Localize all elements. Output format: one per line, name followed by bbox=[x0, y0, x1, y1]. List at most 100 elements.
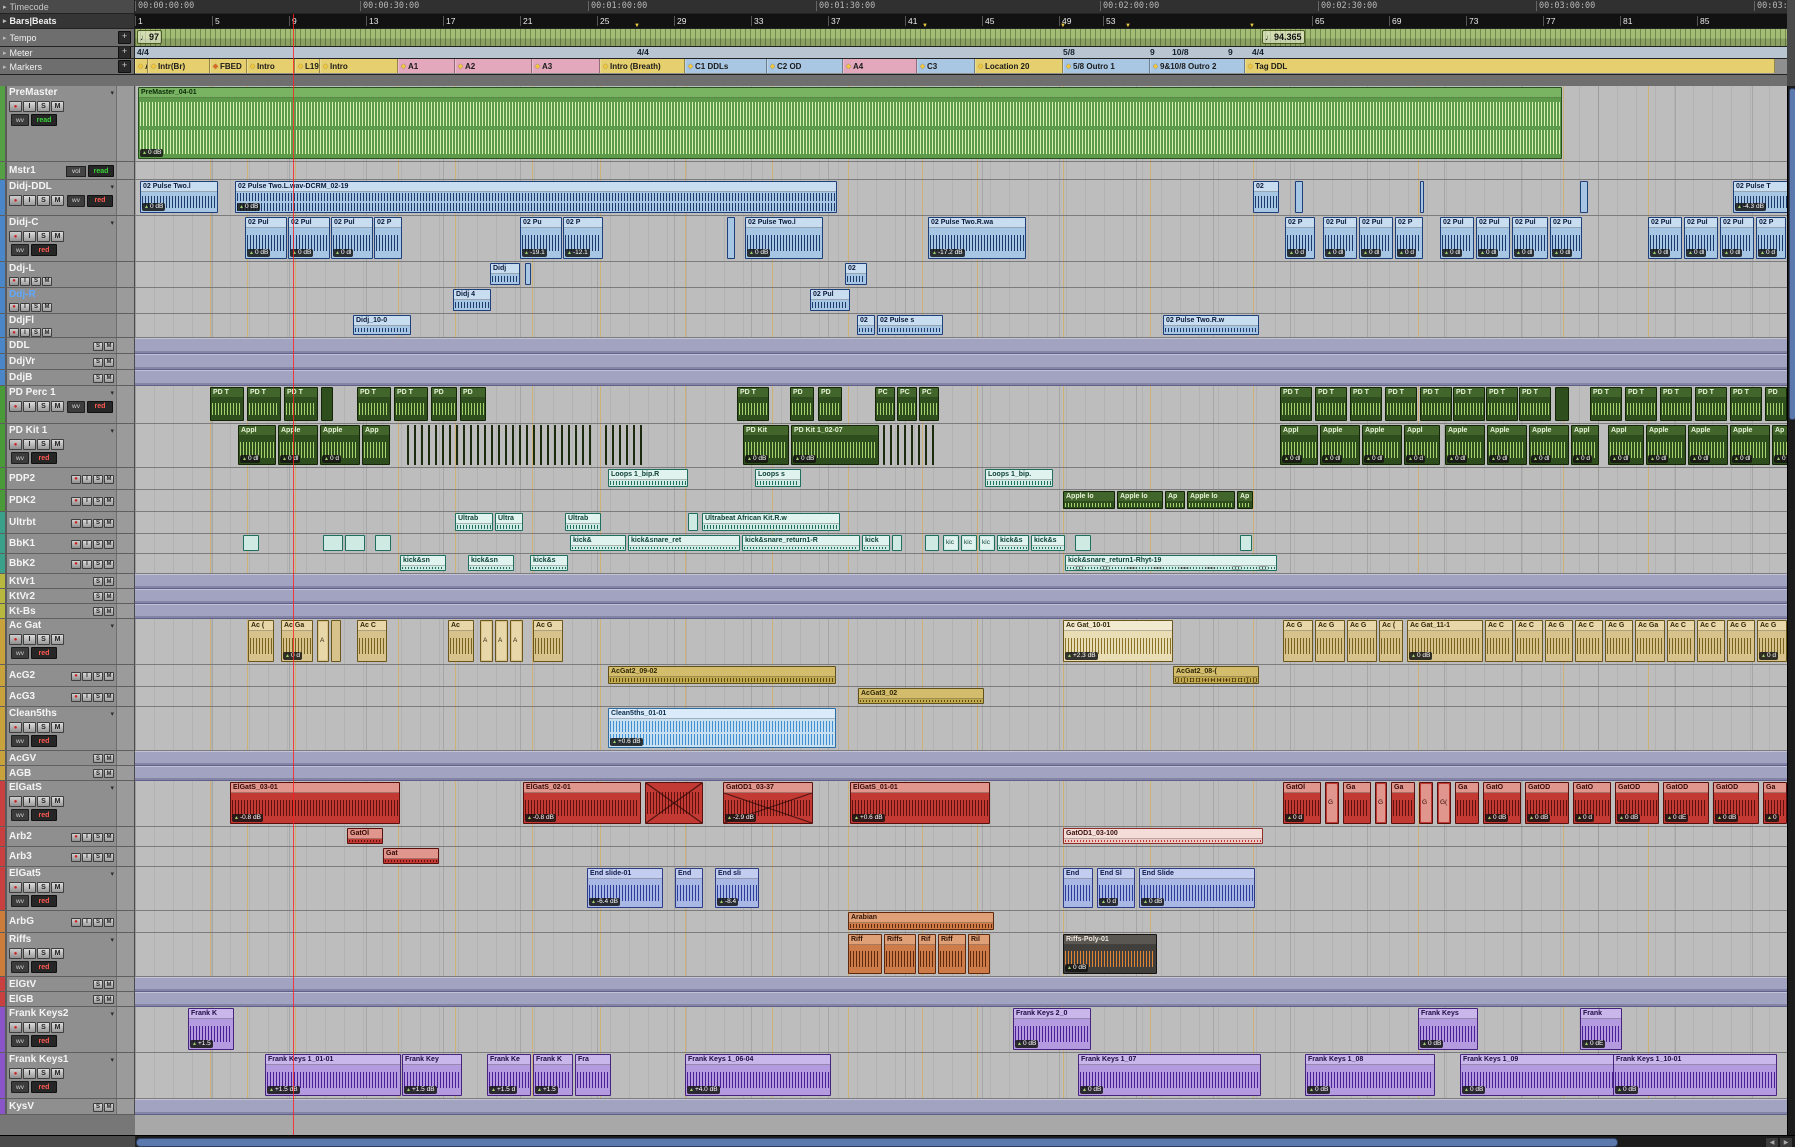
audio-clip[interactable] bbox=[345, 535, 365, 551]
meter-event[interactable]: 5/8 bbox=[1063, 47, 1075, 57]
clip-gain-badge[interactable]: ▲-4.3 dB bbox=[1735, 203, 1766, 211]
record-arm-button[interactable]: ● bbox=[71, 853, 81, 862]
audio-clip[interactable]: Apple▲0 dl bbox=[1688, 425, 1728, 465]
audio-clip[interactable] bbox=[375, 535, 391, 551]
clip-gain-badge[interactable]: ▲0 d bbox=[1397, 249, 1416, 257]
clip-gain-badge[interactable]: ▲0 dl bbox=[1364, 455, 1384, 463]
automation-mode-button[interactable]: red bbox=[87, 195, 113, 207]
audio-clip[interactable]: AcGat2_08-( bbox=[1173, 666, 1259, 684]
track-header[interactable]: Frank Keys1▾●ISMwvred bbox=[0, 1053, 135, 1099]
clip-gain-badge[interactable]: ▲+1.5 bbox=[190, 1040, 213, 1048]
ruler-bars[interactable]: ▸Bars|Beats15913172125293337414549536569… bbox=[0, 14, 1795, 29]
h-scrollbar[interactable]: ◀▶ bbox=[0, 1135, 1795, 1147]
audio-clip[interactable]: Apple▲0 dl bbox=[1730, 425, 1770, 465]
audio-clip[interactable]: Appl▲0 dl bbox=[238, 425, 276, 465]
audio-clip[interactable]: Ac Gat_10-01▲+2.3 dB bbox=[1063, 620, 1173, 662]
audio-clip[interactable]: Riffs-Poly-01▲0 dB bbox=[1063, 934, 1157, 974]
audio-clip[interactable]: Loops 1_bip. bbox=[985, 469, 1053, 487]
track-options-icon[interactable]: ▾ bbox=[110, 622, 116, 630]
audio-clip[interactable]: ElGatS_03-01▲-0.8 dB bbox=[230, 782, 400, 824]
track-header[interactable]: Ac Gat▾●ISMwvred bbox=[0, 619, 135, 665]
track-header[interactable]: KtVr2SM bbox=[0, 589, 135, 604]
clip-gain-badge[interactable]: ▲0 dB bbox=[1617, 814, 1640, 822]
solo-button[interactable]: S bbox=[37, 195, 50, 206]
input-monitor-button[interactable]: I bbox=[23, 634, 36, 645]
audio-clip[interactable]: Riff bbox=[848, 934, 882, 974]
audio-clip[interactable]: 02 Pul bbox=[810, 289, 850, 311]
audio-clip[interactable]: Ga bbox=[1343, 782, 1371, 824]
audio-clip[interactable]: Apple▲0 dl bbox=[1445, 425, 1485, 465]
waveform-view-button[interactable]: wv bbox=[11, 961, 29, 973]
collapse-icon[interactable]: ▸ bbox=[3, 17, 7, 25]
audio-clip[interactable]: 02 Pul▲0 dl bbox=[1648, 217, 1682, 259]
waveform-view-button[interactable]: wv bbox=[11, 735, 29, 747]
ruler-add-button[interactable]: + bbox=[118, 60, 131, 73]
record-arm-button[interactable]: ● bbox=[71, 497, 81, 506]
audio-clip[interactable]: 02 P▲-12.1 bbox=[563, 217, 603, 259]
audio-clip[interactable]: PD bbox=[790, 387, 814, 421]
solo-button[interactable]: S bbox=[37, 401, 50, 412]
audio-clip[interactable]: Arabian bbox=[848, 912, 994, 930]
audio-clip[interactable]: GatOD1_03-100 bbox=[1063, 828, 1263, 844]
record-arm-button[interactable]: ● bbox=[9, 439, 22, 450]
audio-clip[interactable]: 02 bbox=[845, 263, 867, 285]
track-lane[interactable]: RiffRiffsRifRiffRilRiffs-Poly-01▲0 dB bbox=[135, 933, 1787, 977]
clip-gain-badge[interactable]: ▲0 dl bbox=[1650, 249, 1670, 257]
clip-gain-badge[interactable]: ▲+4.0 dB bbox=[687, 1086, 720, 1094]
clip-gain-badge[interactable]: ▲0 d bbox=[1287, 249, 1306, 257]
mute-button[interactable]: M bbox=[51, 882, 64, 893]
audio-clip[interactable]: Apple▲0 dl bbox=[1646, 425, 1686, 465]
track-header[interactable]: PDP2●ISM bbox=[0, 468, 135, 490]
mute-button[interactable]: M bbox=[104, 497, 114, 506]
clip-gain-badge[interactable]: ▲0 d bbox=[283, 652, 302, 660]
clip-gain-badge[interactable]: ▲0 dB bbox=[142, 203, 165, 211]
audio-clip[interactable]: Frank Keys 2_0▲0 dB bbox=[1013, 1008, 1091, 1050]
clip-gain-badge[interactable]: ▲0 dB bbox=[237, 203, 260, 211]
audio-clip[interactable] bbox=[525, 263, 531, 285]
mute-button[interactable]: M bbox=[104, 519, 114, 528]
marker-chip[interactable]: ◆C1 DDLs bbox=[685, 59, 767, 73]
audio-clip[interactable]: End Sl▲0 d bbox=[1097, 868, 1135, 908]
solo-button[interactable]: S bbox=[31, 303, 41, 312]
solo-button[interactable]: S bbox=[37, 231, 50, 242]
audio-clip[interactable] bbox=[1580, 181, 1588, 213]
track-options-icon[interactable]: ▾ bbox=[110, 870, 116, 878]
clip-gain-badge[interactable]: ▲+0.6 dB bbox=[852, 814, 885, 822]
solo-button[interactable]: S bbox=[93, 769, 103, 778]
input-monitor-button[interactable]: I bbox=[82, 519, 92, 528]
audio-clip[interactable]: PD T bbox=[1486, 387, 1518, 421]
audio-clip[interactable]: Ultra bbox=[495, 513, 523, 531]
audio-clip[interactable]: Apple lo bbox=[1117, 491, 1163, 509]
audio-clip[interactable]: Apple▲0 dl bbox=[1320, 425, 1360, 465]
track-header[interactable]: Ddj-L●ISM bbox=[0, 262, 135, 288]
solo-button[interactable]: S bbox=[93, 672, 103, 681]
marker-chip[interactable]: ◆Location 20 bbox=[975, 59, 1063, 73]
clip-gain-badge[interactable]: ▲0 dB bbox=[1307, 1086, 1330, 1094]
audio-clip[interactable]: Apple lo bbox=[1063, 491, 1115, 509]
mute-button[interactable]: M bbox=[104, 672, 114, 681]
audio-clip[interactable]: Apple▲0 dl bbox=[1487, 425, 1527, 465]
audio-clip[interactable] bbox=[1075, 535, 1091, 551]
audio-clip[interactable]: 02 Pul▲0 dl bbox=[1359, 217, 1393, 259]
solo-button[interactable]: S bbox=[93, 607, 103, 616]
audio-clip[interactable] bbox=[727, 217, 735, 259]
audio-clip[interactable]: Frank Keys 1_06-04▲+4.0 dB bbox=[685, 1054, 831, 1096]
audio-clip[interactable]: Frank Ke▲+1.5 d bbox=[487, 1054, 531, 1096]
audio-clip[interactable] bbox=[243, 535, 259, 551]
audio-clip[interactable]: kic bbox=[979, 535, 995, 551]
mute-button[interactable]: M bbox=[42, 303, 52, 312]
track-lane[interactable]: AcGat2_09-02AcGat2_08-( bbox=[135, 665, 1787, 687]
audio-clip[interactable]: Ac C bbox=[1575, 620, 1603, 662]
track-lane[interactable] bbox=[135, 589, 1787, 604]
input-monitor-button[interactable]: I bbox=[82, 475, 92, 484]
track-header[interactable]: Ultrbt●ISM bbox=[0, 512, 135, 534]
audio-clip[interactable]: PD Kit 1_02-07▲0 dB bbox=[791, 425, 879, 465]
audio-clip[interactable] bbox=[688, 513, 698, 531]
mute-button[interactable]: M bbox=[51, 796, 64, 807]
mute-button[interactable]: M bbox=[51, 948, 64, 959]
ruler-add-button[interactable]: + bbox=[118, 47, 131, 59]
clip-gain-badge[interactable]: ▲0 dB bbox=[1409, 652, 1432, 660]
track-lane[interactable] bbox=[135, 574, 1787, 589]
audio-clip[interactable]: PD T bbox=[1315, 387, 1347, 421]
audio-clip[interactable]: Frank Keys 1_10-01▲0 dB bbox=[1613, 1054, 1777, 1096]
